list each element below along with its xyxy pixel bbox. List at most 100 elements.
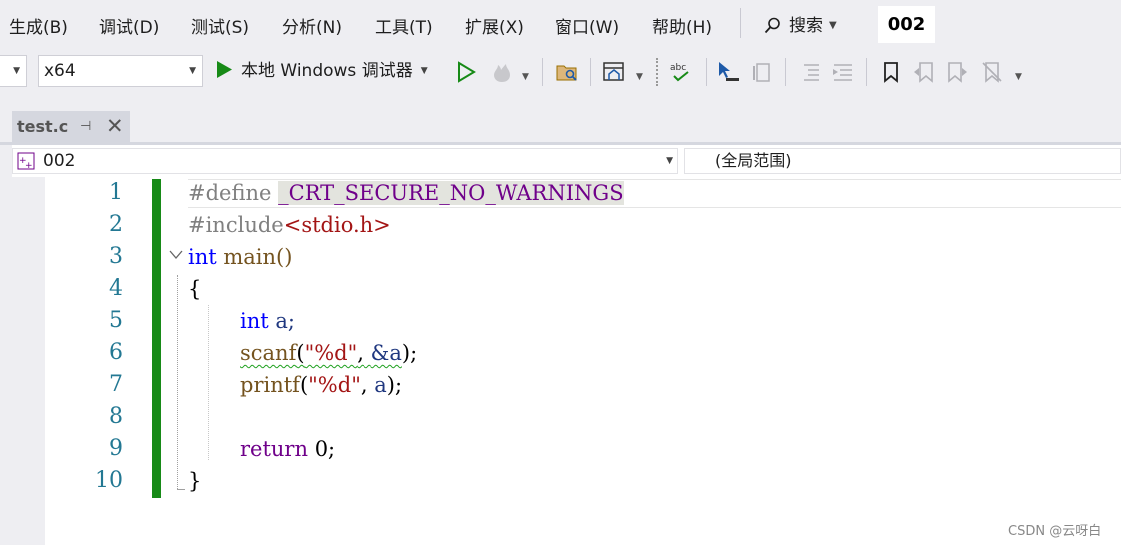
menu-window[interactable]: 窗口(W) [555, 13, 619, 38]
include-header: <stdio.h> [283, 213, 391, 237]
run-label: 本地 Windows 调试器 [241, 61, 413, 81]
outline-guide [177, 275, 179, 489]
function-signature: main() [223, 245, 293, 269]
menu-debug[interactable]: 调试(D) [99, 13, 159, 38]
chevron-down-icon: ▼ [420, 66, 428, 76]
solution-name-badge: 002 [878, 6, 935, 43]
outline-guide-end [177, 489, 185, 490]
code-line-4: { [188, 273, 201, 305]
function-call: scanf [240, 341, 297, 365]
menu-divider [740, 8, 741, 38]
clear-bookmarks-icon[interactable] [980, 60, 1004, 84]
menu-tools[interactable]: 工具(T) [375, 13, 433, 38]
toolbar-grip [656, 58, 659, 86]
code-line-5: int a; [240, 305, 295, 337]
menu-analyze[interactable]: 分析(N) [282, 13, 342, 38]
watermark: CSDN @云呀白 [1008, 524, 1102, 539]
code-line-2: #include<stdio.h> [188, 209, 391, 241]
bookmark-icon[interactable] [879, 60, 903, 84]
line-number: 5 [109, 308, 123, 333]
punctuation: ( [299, 373, 309, 397]
close-icon[interactable]: ✕ [106, 114, 124, 138]
project-dropdown[interactable]: + + 002 ▼ [12, 148, 678, 174]
chevron-down-icon: ▼ [522, 72, 529, 82]
code-line-7: printf("%d", a); [240, 369, 402, 401]
next-bookmark-icon[interactable] [945, 60, 969, 84]
chevron-down-icon: ▼ [1015, 72, 1022, 82]
project-icon: ++ [17, 152, 35, 170]
run-without-debug-icon[interactable] [455, 60, 479, 84]
line-number: 2 [109, 212, 123, 237]
return-value: 0; [314, 437, 336, 461]
chevron-down-icon: ▼ [666, 156, 673, 166]
configuration-dropdown[interactable]: ▼ [0, 55, 27, 87]
tab-title: test.c [17, 117, 69, 136]
change-tracking-bar [152, 179, 161, 498]
line-number: 4 [109, 276, 123, 301]
line-number: 3 [109, 244, 123, 269]
chevron-down-icon: ▼ [189, 66, 196, 76]
chevron-down-icon: ▼ [636, 72, 643, 82]
indent-icon[interactable] [798, 60, 822, 84]
play-icon [217, 61, 232, 78]
start-debugger-button[interactable]: 本地 Windows 调试器 ▼ [216, 58, 428, 84]
keyword: return [240, 437, 308, 461]
scope-dropdown[interactable]: (全局范围) [684, 148, 1121, 174]
open-folder-icon[interactable] [555, 60, 579, 84]
project-name: 002 [43, 151, 76, 171]
svg-text:+: + [25, 161, 33, 170]
brace: { [188, 277, 202, 301]
variable-declaration: a; [275, 309, 295, 333]
search-label: 搜索 [789, 16, 823, 36]
code-line-1: #define _CRT_SECURE_NO_WARNINGS [188, 177, 624, 209]
format-icon[interactable] [751, 60, 775, 84]
tab-test-c[interactable]: test.c ⊣ ✕ [12, 111, 130, 142]
svg-text:abc: abc [670, 63, 686, 73]
menu-extensions[interactable]: 扩展(X) [465, 13, 524, 38]
menu-help[interactable]: 帮助(H) [652, 13, 712, 38]
punctuation: , [360, 373, 368, 397]
pin-icon[interactable]: ⊣ [80, 119, 91, 134]
navigation-bar: + + 002 ▼ (全局范围) [12, 145, 1121, 177]
code-line-6: scanf("%d", &a); [240, 337, 417, 369]
function-call: printf [240, 373, 300, 397]
preprocessor-directive: #include [188, 213, 284, 237]
menu-bar: 生成(B) 调试(D) 测试(S) 分析(N) 工具(T) 扩展(X) 窗口(W… [0, 0, 1121, 48]
toolbar-divider [866, 58, 867, 86]
line-number: 6 [109, 340, 123, 365]
toolbar-divider [542, 58, 543, 86]
argument: &a [370, 341, 402, 365]
line-number: 8 [109, 404, 123, 429]
line-number: 7 [109, 372, 123, 397]
chevron-down-icon: ▼ [13, 66, 20, 76]
prev-bookmark-icon[interactable] [912, 60, 936, 84]
spell-check-icon[interactable]: abc [669, 60, 693, 84]
platform-dropdown[interactable]: x64 ▼ [38, 55, 203, 87]
outdent-icon[interactable] [831, 60, 855, 84]
search-box[interactable]: 搜索 ▼ [764, 11, 837, 36]
toolbar-divider [785, 58, 786, 86]
code-line-10: } [188, 465, 201, 497]
preprocessor-directive: #define [188, 181, 272, 205]
search-icon [764, 17, 780, 34]
menu-test[interactable]: 测试(S) [191, 13, 249, 38]
code-line-9: return 0; [240, 433, 335, 465]
editor-margin [12, 177, 45, 545]
window-layout-icon[interactable] [602, 60, 626, 84]
collapse-icon[interactable] [168, 249, 184, 261]
chevron-down-icon: ▼ [829, 20, 837, 31]
hot-reload-icon[interactable] [490, 60, 514, 84]
select-pointer-icon[interactable] [716, 60, 740, 84]
punctuation: ( [296, 341, 305, 365]
macro-name: _CRT_SECURE_NO_WARNINGS [278, 181, 624, 205]
menu-build[interactable]: 生成(B) [9, 13, 68, 38]
punctuation: ); [386, 373, 403, 397]
argument: a [374, 373, 387, 397]
keyword: int [188, 245, 217, 269]
toolbar-divider [706, 58, 707, 86]
keyword: int [240, 309, 269, 333]
line-number: 1 [109, 180, 123, 205]
code-editor[interactable]: 1 2 3 4 5 6 7 8 9 10 #define _CRT_SECURE… [12, 177, 1121, 545]
indent-guide [208, 305, 210, 460]
punctuation: , [357, 341, 364, 365]
